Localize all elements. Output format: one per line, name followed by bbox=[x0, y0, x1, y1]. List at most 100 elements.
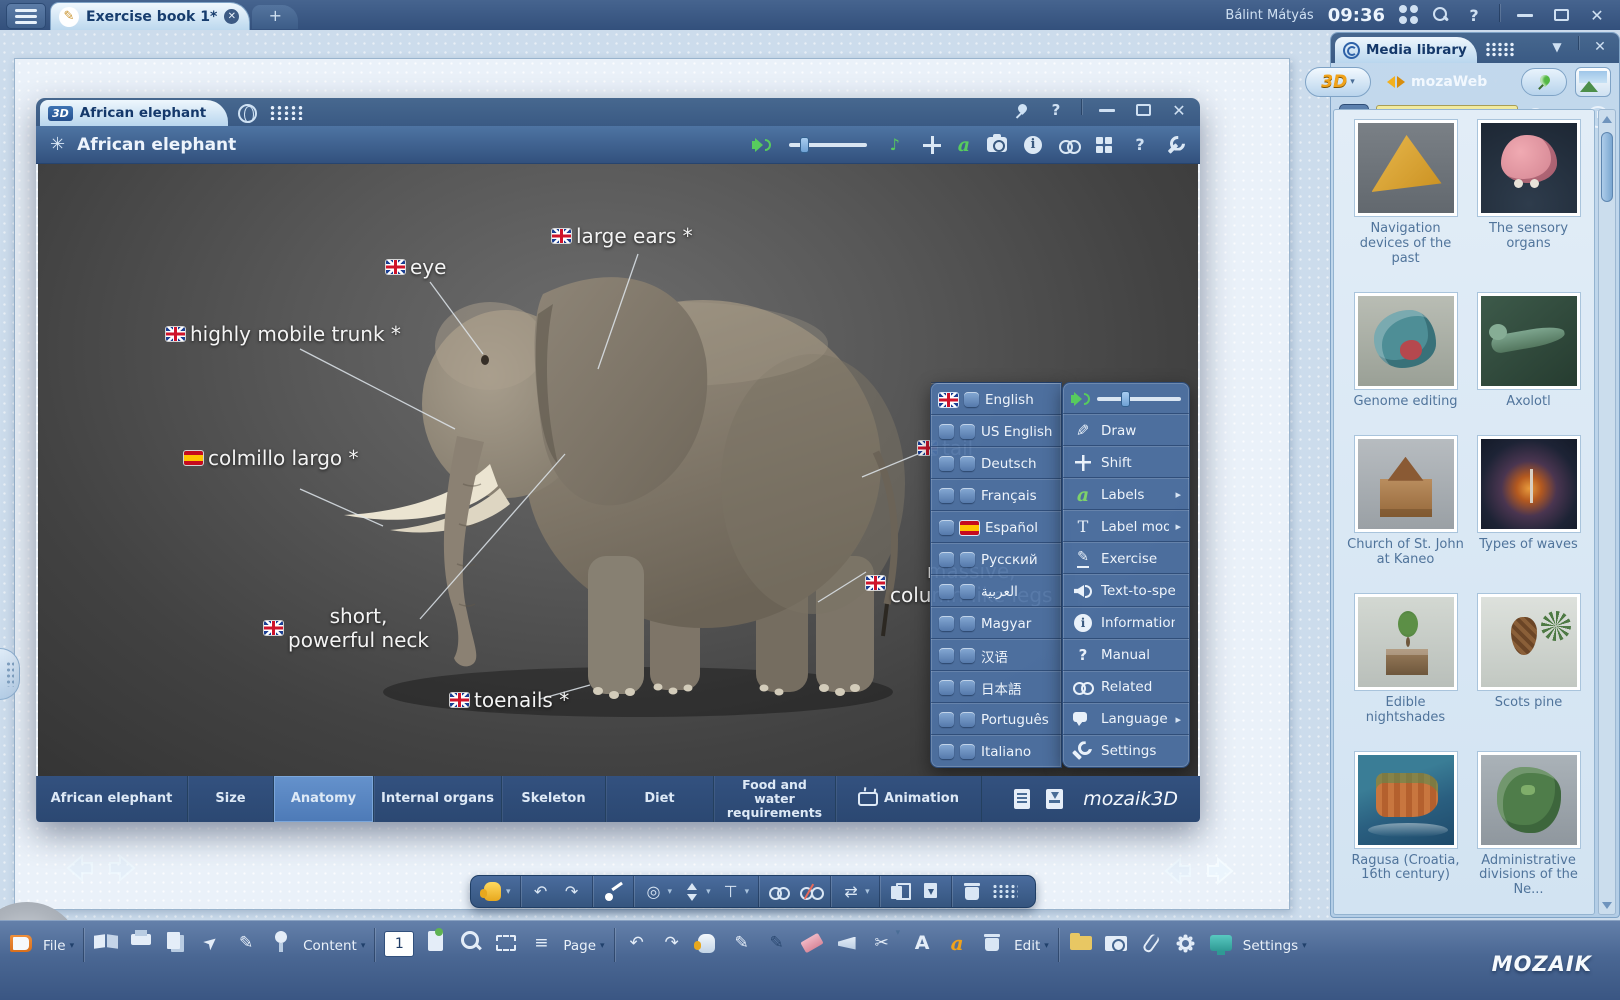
anatomy-label[interactable]: eye bbox=[386, 255, 446, 279]
language-checkbox[interactable] bbox=[939, 552, 954, 567]
pin-mode-icon[interactable] bbox=[720, 881, 742, 903]
drag-handle-dots-icon[interactable] bbox=[1485, 42, 1515, 57]
volume-icon[interactable] bbox=[1071, 391, 1091, 407]
zoom-icon[interactable] bbox=[458, 928, 484, 958]
swap-tool-icon[interactable] bbox=[840, 881, 862, 903]
pen-styles-icon[interactable] bbox=[869, 928, 895, 958]
draw-pen-icon[interactable] bbox=[729, 928, 755, 958]
language-menu-item[interactable]: Русский bbox=[931, 543, 1061, 575]
gear-icon[interactable] bbox=[1173, 928, 1199, 958]
save-page-icon[interactable] bbox=[920, 881, 942, 903]
language-checkbox[interactable] bbox=[939, 424, 954, 439]
description-icon[interactable] bbox=[1014, 789, 1030, 809]
media-thumbnail[interactable] bbox=[1355, 293, 1457, 389]
window-maximize-button[interactable] bbox=[1132, 99, 1154, 121]
toolbar-grip-icon[interactable] bbox=[992, 884, 1018, 900]
context-menu-item[interactable]: Related bbox=[1063, 671, 1189, 703]
media-thumbnail[interactable] bbox=[1478, 752, 1580, 848]
volume-icon[interactable] bbox=[752, 137, 772, 153]
music-icon[interactable] bbox=[884, 134, 906, 156]
download-icon[interactable] bbox=[1046, 789, 1063, 809]
next-page-arrow-icon[interactable] bbox=[106, 852, 142, 884]
open-book-icon[interactable] bbox=[93, 928, 119, 958]
folder-sync-icon[interactable] bbox=[1068, 928, 1094, 958]
language-menu-item[interactable]: 日本語 bbox=[931, 671, 1061, 703]
copy-page-icon[interactable] bbox=[889, 881, 911, 903]
target-tool-icon[interactable] bbox=[643, 881, 665, 903]
unlink-objects-icon[interactable] bbox=[799, 881, 821, 903]
section-tab[interactable]: Anatomy bbox=[274, 776, 374, 822]
undo-icon[interactable] bbox=[530, 881, 552, 903]
anatomy-label[interactable]: highly mobile trunk * bbox=[166, 322, 401, 346]
3d-source-button[interactable]: 3D bbox=[1305, 67, 1371, 97]
language-checkbox[interactable] bbox=[960, 456, 975, 471]
anatomy-label[interactable]: toenails * bbox=[450, 688, 569, 712]
language-checkbox[interactable] bbox=[939, 456, 954, 471]
language-menu-item[interactable]: Français bbox=[931, 479, 1061, 511]
page-menu[interactable]: Page bbox=[563, 928, 604, 964]
viewer-tab[interactable]: 3D African elephant bbox=[40, 100, 228, 126]
pin-icon[interactable] bbox=[1015, 102, 1031, 118]
bookmark-page-icon[interactable] bbox=[423, 928, 449, 958]
apps-grid-icon[interactable] bbox=[1399, 5, 1419, 25]
language-menu-item[interactable]: Italiano bbox=[931, 735, 1061, 767]
language-checkbox[interactable] bbox=[960, 680, 975, 695]
labels-icon[interactable]: a bbox=[958, 134, 970, 156]
main-menu-button[interactable] bbox=[6, 3, 46, 29]
presentation-icon[interactable] bbox=[192, 923, 231, 963]
language-checkbox[interactable] bbox=[960, 648, 975, 663]
context-menu-item[interactable]: Text-to-speech bbox=[1063, 574, 1189, 606]
next-page-arrow-icon[interactable] bbox=[1204, 855, 1240, 887]
mozaik-a-icon[interactable]: a bbox=[944, 928, 970, 958]
close-button[interactable] bbox=[1586, 4, 1608, 26]
user-name[interactable]: Bálint Mátyás bbox=[1225, 8, 1313, 23]
info-icon[interactable]: i bbox=[1024, 136, 1042, 154]
language-menu-item[interactable]: Español bbox=[931, 511, 1061, 543]
prev-page-arrow-icon[interactable] bbox=[1158, 855, 1194, 887]
context-menu-item[interactable]: Exercise bbox=[1063, 542, 1189, 574]
section-tab[interactable]: Internal organs bbox=[374, 776, 502, 822]
chevron-down-icon[interactable] bbox=[506, 887, 511, 897]
section-tab[interactable]: Animation bbox=[836, 776, 982, 822]
window-close-button[interactable] bbox=[1168, 99, 1190, 121]
highlighter-icon[interactable] bbox=[799, 928, 825, 958]
media-item[interactable]: Administrative divisions of the Ne... bbox=[1467, 752, 1590, 899]
language-checkbox[interactable] bbox=[939, 744, 954, 759]
media-thumbnail[interactable] bbox=[1355, 752, 1457, 848]
media-thumbnail[interactable] bbox=[1478, 594, 1580, 690]
context-menu-item[interactable]: Language ▸ bbox=[1063, 703, 1189, 735]
scroll-down-icon[interactable] bbox=[1599, 896, 1615, 914]
language-checkbox[interactable] bbox=[960, 521, 979, 535]
language-checkbox[interactable] bbox=[939, 680, 954, 695]
language-menu-item[interactable]: Português bbox=[931, 703, 1061, 735]
media-item[interactable]: Axolotl bbox=[1467, 293, 1590, 410]
chevron-down-icon[interactable] bbox=[865, 887, 870, 897]
chevron-down-icon[interactable] bbox=[896, 928, 901, 938]
delete-icon[interactable] bbox=[961, 881, 983, 903]
attachment-icon[interactable] bbox=[1138, 928, 1164, 958]
chevron-down-icon[interactable] bbox=[668, 887, 673, 897]
hand-tool-icon[interactable] bbox=[694, 928, 720, 958]
file-menu[interactable]: File bbox=[43, 928, 74, 964]
language-checkbox[interactable] bbox=[939, 648, 954, 663]
tab-close-icon[interactable] bbox=[224, 9, 239, 24]
chevron-down-icon[interactable] bbox=[745, 887, 750, 897]
globe-icon[interactable] bbox=[238, 104, 257, 123]
trash-icon[interactable] bbox=[979, 928, 1005, 958]
help-icon[interactable] bbox=[1463, 4, 1485, 26]
language-checkbox[interactable] bbox=[960, 712, 975, 727]
camera-icon[interactable] bbox=[987, 137, 1007, 152]
section-tab[interactable]: Skeleton bbox=[502, 776, 606, 822]
language-checkbox[interactable] bbox=[964, 392, 979, 407]
viewport-3d[interactable]: large ears * eye highly mobile trunk * bbox=[38, 164, 1198, 776]
context-menu-item[interactable]: Information bbox=[1063, 607, 1189, 639]
media-thumbnail[interactable] bbox=[1355, 436, 1457, 532]
content-menu[interactable]: Content bbox=[303, 928, 365, 964]
language-checkbox[interactable] bbox=[960, 744, 975, 759]
language-checkbox[interactable] bbox=[960, 616, 975, 631]
context-menu-item[interactable]: Labels ▸ bbox=[1063, 478, 1189, 510]
node-tool-icon[interactable] bbox=[602, 881, 624, 903]
language-checkbox[interactable] bbox=[960, 552, 975, 567]
language-checkbox[interactable] bbox=[939, 520, 954, 535]
language-menu-item[interactable]: English bbox=[931, 383, 1061, 415]
